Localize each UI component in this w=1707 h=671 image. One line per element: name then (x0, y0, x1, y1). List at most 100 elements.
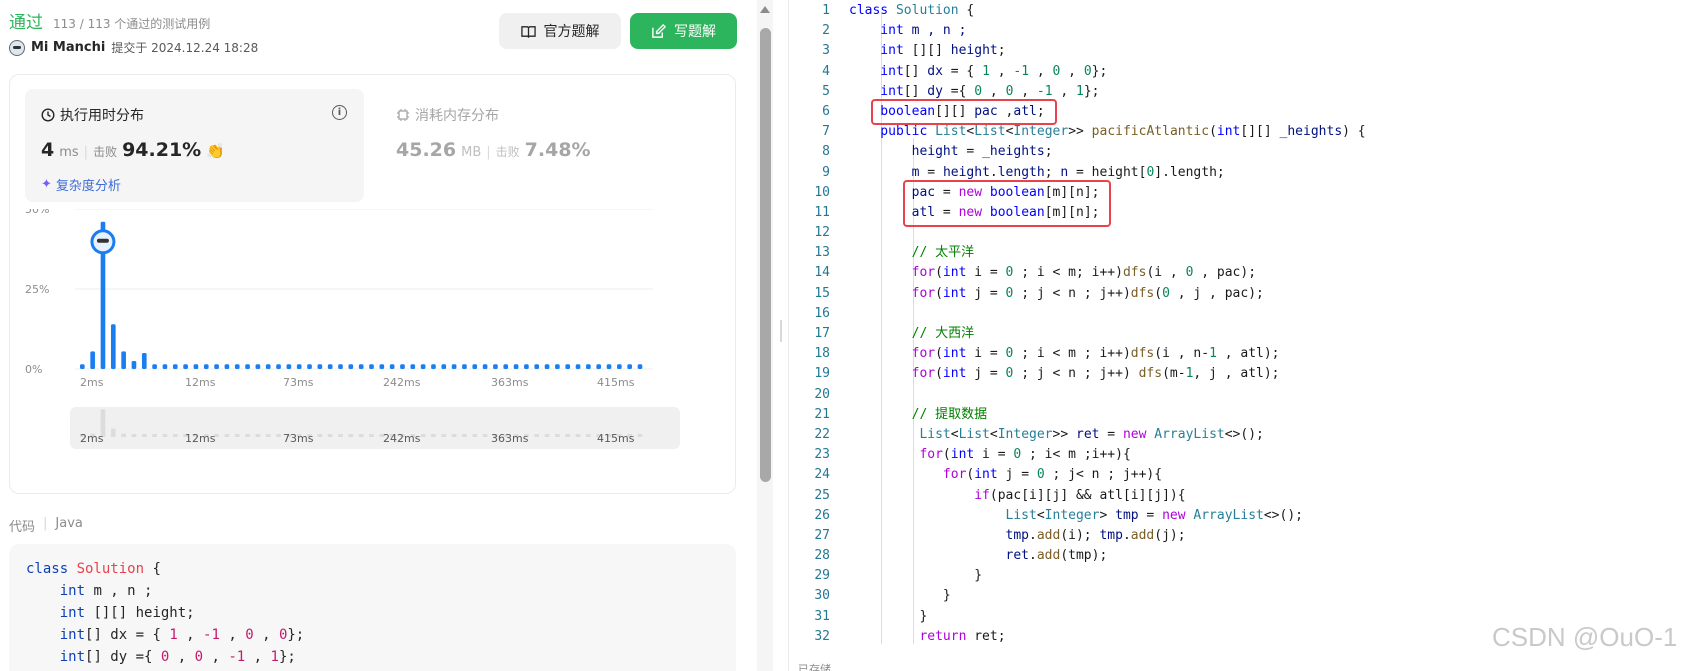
bar[interactable] (420, 364, 426, 369)
bar[interactable] (451, 364, 457, 369)
highlight-box-init (903, 180, 1111, 227)
line-number: 3 (822, 43, 830, 59)
csdn-watermark: CSDN @OuO-1 (1492, 622, 1678, 652)
line-content: } (849, 568, 983, 584)
mini-bar (224, 434, 230, 437)
mini-bar (131, 434, 137, 437)
mini-bar (472, 434, 478, 437)
bar[interactable] (431, 364, 436, 369)
bar[interactable] (255, 364, 261, 369)
mini-bar (431, 434, 436, 437)
bar[interactable] (327, 364, 333, 369)
line-content: class Solution { (849, 3, 975, 18)
runtime-distribution-chart[interactable]: 50% 25% 0% 2ms 12ms 73ms 242ms 363ms 415ms 2ms 12m… (25, 209, 725, 499)
bar[interactable] (400, 364, 405, 369)
avatar[interactable] (9, 39, 25, 56)
bar[interactable] (131, 361, 137, 369)
bar[interactable] (513, 364, 519, 369)
bar[interactable] (586, 364, 591, 369)
bar[interactable] (110, 324, 116, 369)
bar[interactable] (565, 364, 571, 369)
mini-bar (586, 434, 591, 437)
line-number: 17 (814, 326, 830, 341)
line-content: height = _heights; (849, 144, 1053, 160)
bar[interactable] (203, 364, 209, 369)
memory-metric[interactable]: 消耗内存分布 (396, 105, 499, 125)
bar[interactable] (307, 364, 312, 369)
complexity-analysis-link[interactable]: ✦ 复杂度分析 (41, 175, 121, 194)
bar[interactable] (80, 364, 85, 369)
y-tick-label: 0% (25, 363, 42, 376)
bar[interactable] (627, 364, 632, 369)
book-icon (520, 25, 536, 38)
bar[interactable] (555, 364, 560, 369)
bar[interactable] (245, 364, 250, 369)
runtime-unit: ms (59, 145, 79, 160)
bar[interactable] (121, 351, 126, 369)
panel-resize-handle[interactable] (780, 320, 782, 342)
bar[interactable] (183, 364, 188, 369)
bar[interactable] (214, 364, 219, 369)
bar[interactable] (503, 364, 509, 369)
bar[interactable] (524, 364, 529, 369)
edit-icon (652, 23, 666, 38)
bar[interactable] (162, 364, 168, 369)
bar[interactable] (172, 364, 178, 369)
bar[interactable] (358, 364, 364, 369)
bar[interactable] (369, 364, 374, 369)
bar[interactable] (152, 364, 157, 369)
editor-status: 已存储 (798, 663, 831, 671)
bar[interactable] (575, 364, 581, 369)
x-tick-label: 242ms (383, 376, 421, 389)
memory-beat: 7.48% (524, 139, 591, 161)
bar[interactable] (234, 364, 240, 369)
code-line: int [][] height; (26, 605, 195, 621)
code-line: int[] dx = { 1 , -1 , 0 , 0}; (26, 627, 305, 643)
x-tick-label: 73ms (283, 376, 314, 389)
range-slider[interactable] (70, 407, 680, 449)
bar[interactable] (596, 364, 602, 369)
bar[interactable] (534, 364, 540, 369)
bar[interactable] (482, 364, 488, 369)
bar[interactable] (379, 364, 385, 369)
chip-icon (397, 109, 409, 121)
line-content: for(int i = 0 ; i < m ; i++)dfs(i , n-1 … (849, 346, 1280, 362)
mini-bar (482, 434, 488, 437)
bar[interactable] (276, 364, 281, 369)
bar[interactable] (338, 364, 343, 369)
scrollbar-thumb[interactable] (760, 28, 771, 482)
line-content: tmp.add(i); tmp.add(j); (849, 527, 1186, 543)
slider-tick-label: 12ms (185, 432, 216, 445)
bar[interactable] (493, 364, 498, 369)
official-solution-button[interactable]: 官方题解 (499, 13, 621, 49)
bar[interactable] (441, 364, 447, 369)
bar[interactable] (141, 353, 147, 369)
bar[interactable] (286, 364, 292, 369)
line-number: 8 (822, 144, 830, 160)
bar[interactable] (265, 364, 271, 369)
write-solution-button[interactable]: 写题解 (630, 13, 737, 49)
bar[interactable] (617, 364, 622, 369)
scroll-up-arrow[interactable] (760, 6, 770, 13)
info-icon[interactable]: i (332, 105, 347, 120)
bar[interactable] (348, 364, 354, 369)
bar[interactable] (410, 364, 416, 369)
bar[interactable] (224, 364, 230, 369)
bar[interactable] (193, 364, 199, 369)
bar[interactable] (637, 364, 643, 369)
bar[interactable] (472, 364, 478, 369)
username[interactable]: Mi Manchi (31, 40, 105, 55)
line-content: // 太平洋 (849, 245, 975, 261)
bar[interactable] (462, 364, 467, 369)
line-number: 31 (814, 608, 830, 624)
bar[interactable] (90, 351, 95, 369)
bar[interactable] (296, 364, 302, 369)
code-editor[interactable]: 1 class Solution {2 int m , n ; 3 int [][]… (788, 0, 1707, 671)
bar[interactable] (544, 364, 550, 369)
line-content: int m , n ; (849, 23, 967, 39)
mini-bar (121, 433, 126, 437)
runtime-metric[interactable]: 执行用时分布 i 4 ms | 击败 94.21% 👏 ✦ 复杂度分析 (25, 89, 364, 202)
bar[interactable] (389, 364, 395, 369)
bar[interactable] (317, 364, 323, 369)
bar[interactable] (606, 364, 612, 369)
